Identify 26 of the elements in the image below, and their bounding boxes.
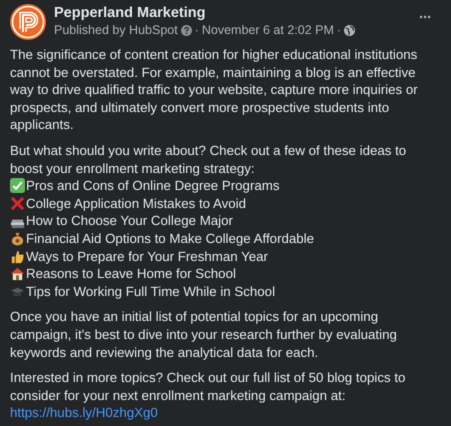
idea-text: Reasons to Leave Home for School	[26, 265, 236, 283]
idea-text: Tips for Working Full Time While in School	[26, 282, 276, 300]
post-date-link[interactable]: November 6 at 2:02 PM	[202, 23, 334, 37]
idea-text: Ways to Prepare for Your Freshman Year	[26, 248, 268, 266]
idea-text: Pros and Cons of Online Degree Programs	[26, 177, 280, 195]
money-bag-icon	[10, 231, 25, 246]
post-paragraph: The significance of content creation for higher educational institutions cannot be overstated. For example, maintaining a blog is an effective way to drive qualified traffic to your website, capture more inquiries or prospects, and ultimately convert more prospective students into applicants.	[10, 46, 419, 134]
separator-dot: ·	[336, 23, 342, 37]
page-name-link[interactable]: Pepperland Marketing	[54, 5, 407, 21]
idea-text: Financial Aid Options to Make College Affordable	[26, 230, 314, 248]
post-paragraph: But what should you write about? Check out a few of these ideas to boost your enrollment marketing strategy:	[10, 142, 408, 178]
info-icon[interactable]	[180, 24, 192, 36]
more-options-button[interactable]: ···	[415, 3, 435, 32]
idea-text: College Application Mistakes to Avoid	[26, 194, 246, 212]
check-mark-icon	[10, 178, 25, 194]
blog-topics-link[interactable]: https://hubs.ly/H0zhgXg0	[10, 405, 158, 420]
cross-mark-icon	[10, 196, 25, 212]
house-icon	[10, 266, 25, 282]
thumbs-up-icon	[10, 248, 25, 264]
post-paragraph: Once you have an initial list of potential topics for an upcoming campaign, it's best to dive into your research further by evaluating keywords and reviewing the analytical data for each.	[10, 308, 398, 362]
publisher-text: Published by HubSpot	[54, 23, 178, 37]
brand-logo-icon[interactable]	[10, 4, 46, 40]
idea-text: How to Choose Your College Major	[26, 212, 233, 230]
globe-icon	[344, 24, 356, 36]
separator-dot: ·	[194, 23, 199, 37]
post-paragraph: Interested in more topics? Check out our full list of 50 blog topics to consider for your next enrollment marketing campaign at: https://hubs.ly/H0zhgXg0	[10, 369, 406, 422]
